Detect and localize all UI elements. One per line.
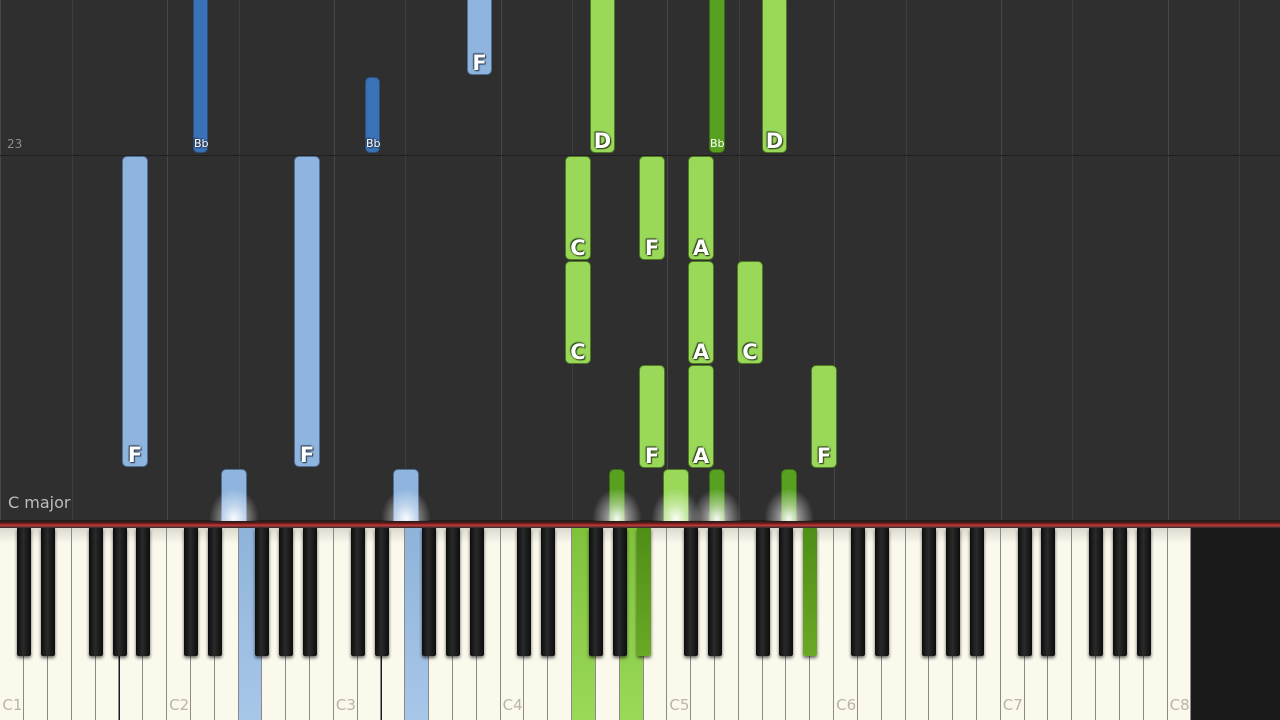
black-key[interactable] — [755, 528, 770, 656]
falling-note: D — [590, 0, 615, 153]
falling-note: F — [639, 365, 665, 468]
black-key[interactable] — [88, 528, 103, 656]
falling-note — [609, 469, 625, 528]
measure-line — [0, 155, 1280, 156]
black-key[interactable] — [279, 528, 294, 656]
black-key[interactable] — [183, 528, 198, 656]
octave-label: C6 — [836, 696, 857, 714]
black-key[interactable] — [588, 528, 603, 656]
black-key[interactable] — [41, 528, 56, 656]
black-key[interactable] — [517, 528, 532, 656]
piano-roll: 23 C major Bb Bb F D Bb D F F C F A C A … — [0, 0, 1280, 528]
falling-note: F — [294, 156, 320, 467]
black-key[interactable] — [1136, 528, 1151, 656]
grid-line — [334, 0, 335, 528]
falling-note — [709, 469, 725, 528]
grid-line — [1001, 0, 1002, 528]
octave-label: C2 — [169, 696, 190, 714]
black-key[interactable] — [1089, 528, 1104, 656]
falling-note: C — [565, 261, 591, 364]
black-key[interactable] — [946, 528, 961, 656]
measure-number: 23 — [7, 137, 23, 151]
grid-line — [405, 0, 406, 528]
grid-line — [72, 0, 73, 528]
black-key[interactable] — [803, 528, 818, 656]
falling-note — [393, 469, 419, 528]
grid-line — [239, 0, 240, 528]
grid-line — [1168, 0, 1169, 528]
black-key[interactable] — [922, 528, 937, 656]
falling-note: A — [688, 156, 714, 260]
black-key[interactable] — [469, 528, 484, 656]
black-key[interactable] — [374, 528, 389, 656]
falling-note: F — [122, 156, 148, 467]
black-key[interactable] — [636, 528, 651, 656]
grid-line — [167, 0, 168, 528]
falling-note: Bb — [193, 0, 209, 153]
black-key[interactable] — [422, 528, 437, 656]
octave-label: C3 — [335, 696, 356, 714]
grid-line — [501, 0, 502, 528]
grid-line — [667, 0, 668, 528]
falling-note: D — [762, 0, 787, 153]
black-key[interactable] — [255, 528, 270, 656]
black-key[interactable] — [350, 528, 365, 656]
black-key[interactable] — [1017, 528, 1032, 656]
grid-line — [1239, 0, 1240, 528]
black-key[interactable] — [1112, 528, 1127, 656]
black-key[interactable] — [17, 528, 32, 656]
falling-note: A — [688, 365, 714, 468]
black-key[interactable] — [541, 528, 556, 656]
falling-note: F — [639, 156, 665, 260]
octave-label: C5 — [669, 696, 690, 714]
grid-line — [906, 0, 907, 528]
falling-note: Bb — [365, 77, 381, 153]
falling-note: F — [467, 0, 492, 75]
falling-note — [221, 469, 247, 528]
black-key[interactable] — [779, 528, 794, 656]
grid-line — [1072, 0, 1073, 528]
black-key[interactable] — [207, 528, 222, 656]
falling-note: C — [565, 156, 591, 260]
black-key[interactable] — [970, 528, 985, 656]
black-key[interactable] — [445, 528, 460, 656]
falling-note: F — [811, 365, 837, 468]
black-key[interactable] — [850, 528, 865, 656]
black-key[interactable] — [874, 528, 889, 656]
black-key[interactable] — [612, 528, 627, 656]
octave-label: C4 — [502, 696, 523, 714]
falling-note — [781, 469, 797, 528]
falling-note — [663, 469, 689, 528]
black-key[interactable] — [1041, 528, 1056, 656]
grid-line — [0, 0, 1, 528]
octave-label: C7 — [1002, 696, 1023, 714]
black-key[interactable] — [136, 528, 151, 656]
octave-label: C8 — [1169, 696, 1190, 714]
black-key[interactable] — [303, 528, 318, 656]
piano-keyboard: C1 C2 C3 C4 C5 C6 C7 C8 — [0, 528, 1280, 720]
octave-label: C1 — [2, 696, 23, 714]
black-key[interactable] — [684, 528, 699, 656]
black-key[interactable] — [112, 528, 127, 656]
falling-note: Bb — [709, 0, 725, 153]
now-line — [0, 521, 1280, 528]
black-key[interactable] — [708, 528, 722, 656]
key-signature: C major — [8, 493, 71, 512]
falling-note: A — [688, 261, 714, 364]
white-key[interactable] — [1167, 528, 1192, 720]
falling-note: C — [737, 261, 763, 364]
